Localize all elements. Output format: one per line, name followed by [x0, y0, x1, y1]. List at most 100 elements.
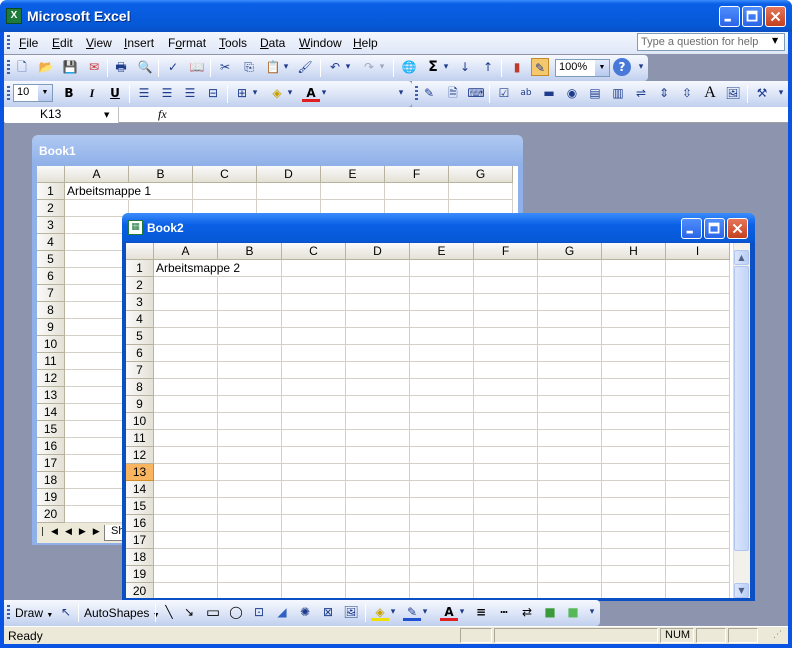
- cell-d14[interactable]: [346, 481, 410, 498]
- cell-b5[interactable]: [218, 328, 282, 345]
- scroll-up-button[interactable]: ▲: [734, 250, 749, 265]
- format-painter-icon[interactable]: 🖌: [296, 58, 314, 76]
- cell-d18[interactable]: [346, 549, 410, 566]
- option-button-icon[interactable]: ◉: [563, 84, 581, 102]
- cell-d20[interactable]: [346, 583, 410, 598]
- cell-i3[interactable]: [666, 294, 730, 311]
- cell-i16[interactable]: [666, 515, 730, 532]
- save-icon[interactable]: 💾: [61, 58, 79, 76]
- cell-d6[interactable]: [346, 345, 410, 362]
- cell-f16[interactable]: [474, 515, 538, 532]
- row-header-14[interactable]: 14: [37, 404, 65, 421]
- cell-h10[interactable]: [602, 413, 666, 430]
- underline-icon[interactable]: U: [106, 84, 124, 102]
- cell-a5[interactable]: [65, 251, 129, 268]
- row-header-4[interactable]: 4: [37, 234, 65, 251]
- help-search-input[interactable]: Type a question for help: [637, 33, 785, 51]
- row-header-11[interactable]: 11: [37, 353, 65, 370]
- column-header-d[interactable]: D: [346, 243, 410, 260]
- cell-h1[interactable]: [602, 260, 666, 277]
- image-control-icon[interactable]: 🖼: [724, 84, 742, 102]
- 3d-style-icon[interactable]: ■: [564, 603, 582, 621]
- toolbar-options-icon[interactable]: ▾: [588, 603, 596, 621]
- cell-f3[interactable]: [474, 294, 538, 311]
- cell-c19[interactable]: [282, 566, 346, 583]
- cell-a14[interactable]: [65, 404, 129, 421]
- cell-a6[interactable]: [154, 345, 218, 362]
- row-header-10[interactable]: 10: [126, 413, 154, 430]
- copy-icon[interactable]: ⎘: [240, 58, 258, 76]
- cell-b18[interactable]: [218, 549, 282, 566]
- cell-c10[interactable]: [282, 413, 346, 430]
- cell-g3[interactable]: [538, 294, 602, 311]
- cell-e1[interactable]: [410, 260, 474, 277]
- cell-i1[interactable]: [666, 260, 730, 277]
- select-all-corner[interactable]: [37, 166, 65, 183]
- undo-dropdown-icon[interactable]: ▾: [344, 58, 352, 76]
- insert-function-icon[interactable]: fx: [158, 107, 167, 122]
- cell-g14[interactable]: [538, 481, 602, 498]
- borders-dropdown-icon[interactable]: ▾: [251, 84, 259, 102]
- row-header-20[interactable]: 20: [37, 506, 65, 523]
- row-header-15[interactable]: 15: [37, 421, 65, 438]
- menu-file[interactable]: File: [19, 36, 38, 50]
- cell-d17[interactable]: [346, 532, 410, 549]
- cell-i2[interactable]: [666, 277, 730, 294]
- cell-c15[interactable]: [282, 498, 346, 515]
- cell-g19[interactable]: [538, 566, 602, 583]
- column-header-b[interactable]: B: [129, 166, 193, 183]
- column-header-e[interactable]: E: [321, 166, 385, 183]
- chart-wizard-icon[interactable]: ▮: [508, 58, 526, 76]
- menu-window[interactable]: Window: [299, 36, 342, 50]
- cell-i10[interactable]: [666, 413, 730, 430]
- button-control-icon[interactable]: ▬: [540, 84, 558, 102]
- cell-h6[interactable]: [602, 345, 666, 362]
- line-icon[interactable]: ╲: [160, 603, 178, 621]
- row-header-16[interactable]: 16: [37, 438, 65, 455]
- menu-edit[interactable]: Edit: [52, 36, 73, 50]
- cell-c1[interactable]: [282, 260, 346, 277]
- cell-f15[interactable]: [474, 498, 538, 515]
- cell-a4[interactable]: [154, 311, 218, 328]
- column-header-e[interactable]: E: [410, 243, 474, 260]
- row-header-20[interactable]: 20: [126, 583, 154, 598]
- cell-a12[interactable]: [65, 370, 129, 387]
- redo-dropdown-icon[interactable]: ▾: [378, 58, 386, 76]
- cell-d9[interactable]: [346, 396, 410, 413]
- autosum-dropdown-icon[interactable]: ▾: [442, 58, 450, 76]
- maximize-button[interactable]: [742, 6, 763, 27]
- cell-d12[interactable]: [346, 447, 410, 464]
- row-header-12[interactable]: 12: [37, 370, 65, 387]
- cell-b4[interactable]: [218, 311, 282, 328]
- minimize-button[interactable]: [719, 6, 740, 27]
- cell-i18[interactable]: [666, 549, 730, 566]
- cell-h14[interactable]: [602, 481, 666, 498]
- cell-d1[interactable]: [257, 183, 321, 200]
- cell-c16[interactable]: [282, 515, 346, 532]
- cell-a16[interactable]: [65, 438, 129, 455]
- cell-c13[interactable]: [282, 464, 346, 481]
- cell-i12[interactable]: [666, 447, 730, 464]
- cell-e12[interactable]: [410, 447, 474, 464]
- fill-color-icon[interactable]: ◈: [268, 84, 286, 102]
- row-header-19[interactable]: 19: [126, 566, 154, 583]
- cell-a18[interactable]: [154, 549, 218, 566]
- cell-a20[interactable]: [154, 583, 218, 598]
- cell-a8[interactable]: [65, 302, 129, 319]
- cell-b7[interactable]: [218, 362, 282, 379]
- cell-c6[interactable]: [282, 345, 346, 362]
- book2-maximize-button[interactable]: [704, 218, 725, 239]
- cell-a9[interactable]: [154, 396, 218, 413]
- cell-e3[interactable]: [410, 294, 474, 311]
- column-header-c[interactable]: C: [282, 243, 346, 260]
- oval-icon[interactable]: ◯: [227, 603, 245, 621]
- cell-g1[interactable]: [538, 260, 602, 277]
- paste-dropdown-icon[interactable]: ▾: [282, 58, 290, 76]
- cell-a7[interactable]: [65, 285, 129, 302]
- cell-a2[interactable]: [154, 277, 218, 294]
- name-box[interactable]: K13: [5, 107, 119, 123]
- help-dropdown-icon[interactable]: ▼: [772, 36, 782, 46]
- cell-b17[interactable]: [218, 532, 282, 549]
- cell-c18[interactable]: [282, 549, 346, 566]
- cell-a9[interactable]: [65, 319, 129, 336]
